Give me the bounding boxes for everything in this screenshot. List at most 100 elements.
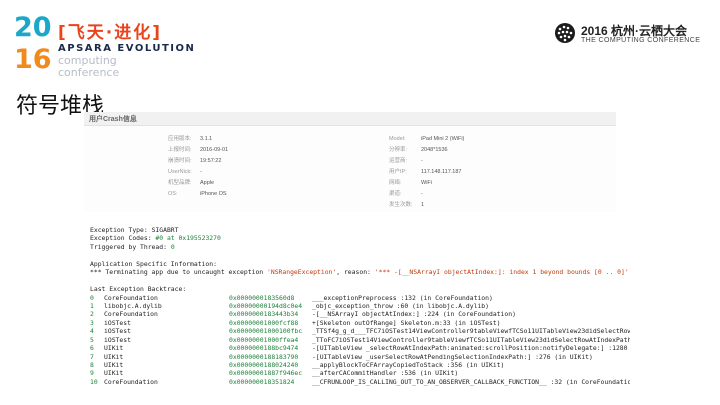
log-triggered-thread: Triggered by Thread: 0	[90, 242, 175, 251]
backtrace-row: 3 iOSTest 0x00000001000fcf88 +[Skeleton out…	[90, 319, 630, 327]
frame-symbol: _objc_exception_throw :60 (in libobjc.A.…	[312, 301, 489, 310]
frame-index: 6	[90, 344, 94, 353]
logo-apsara-text: APSARA EVOLUTION	[58, 43, 196, 54]
frame-symbol: _TTSf4g_g_d___TFC7iOSTest14ViewControlle…	[312, 327, 630, 336]
frame-index: 1	[90, 301, 94, 310]
info-value: 1	[421, 202, 425, 208]
logo-year-top: 20	[14, 12, 52, 43]
logo-year-bottom: 16	[14, 44, 52, 75]
frame-address: 0x00000001000100fbc	[229, 327, 303, 336]
backtrace-row: 4 iOSTest 0x00000001000100fbc _TTSf4g_g_d__…	[90, 327, 630, 335]
backtrace-row: 6 UIKit 0x0000000188bc9474 -[UITableView _s…	[90, 344, 630, 352]
info-row: 发生次数: 1	[389, 200, 464, 211]
info-value: 117.148.117.187	[421, 169, 462, 175]
backtrace-row: 7 UIKit 0x0000000188183790 -[UITableView _u…	[90, 353, 630, 361]
log-terminating-message: *** Terminating app due to uncaught exce…	[90, 268, 629, 277]
info-key: 运营商:	[389, 158, 408, 164]
frame-address: 0x0000000183560d8	[229, 293, 295, 302]
backtrace-row: 10 CoreFoundation 0x000000018351824 __CFRUN…	[90, 378, 630, 386]
backtrace-row: 0 CoreFoundation 0x0000000183560d8 ___excep…	[90, 294, 630, 302]
info-value: iPhone OS	[200, 191, 227, 197]
frame-index: 9	[90, 369, 94, 378]
frame-address: 0x0000000188bc9474	[229, 344, 299, 353]
frame-symbol: __afterCACommitHandler :536 (in UIKit)	[312, 369, 459, 378]
frame-address: 0x00000001000fcf88	[229, 318, 299, 327]
frame-index: 5	[90, 335, 94, 344]
info-row: 网络: WiFi	[389, 178, 464, 189]
info-row: UserNick: -	[168, 167, 228, 178]
frame-address: 0x00000001887f946ec	[229, 369, 303, 378]
info-row: 分辨率: 2048*1536	[389, 145, 464, 156]
info-key: 发生次数:	[389, 202, 413, 208]
info-value: iPad Mini 2 (WiFi)	[421, 136, 465, 142]
log-blank	[90, 277, 630, 285]
frame-address: 0x00000001000ffea4	[229, 335, 299, 344]
frame-symbol: -[__NSArrayI objectAtIndex:] :224 (in Co…	[312, 310, 516, 319]
frame-module: UIKit	[104, 344, 124, 353]
frame-index: 8	[90, 361, 94, 369]
info-row: 运营商: -	[389, 156, 464, 167]
log-exception-type: Exception Type: SIGABRT	[90, 226, 179, 234]
crash-info-card: 用户Crash信息 应用版本: 3.1.1 上报时间: 2016-09-01 崩溃时间:…	[84, 112, 616, 212]
crash-info-title: 用户Crash信息	[89, 116, 137, 123]
backtrace-list: 0 CoreFoundation 0x0000000183560d8 ___excep…	[90, 294, 630, 387]
frame-symbol: -[UITableView _userSelectRowAtPendingSel…	[312, 352, 593, 361]
frame-module: iOSTest	[104, 318, 131, 327]
logo-subtitle: computing conference	[58, 55, 119, 79]
info-row: 应用版本: 3.1.1	[168, 134, 228, 145]
exception-log: Exception Type: SIGABRT Exception Codes:…	[90, 226, 630, 402]
frame-module: UIKit	[104, 352, 124, 361]
info-key: Model:	[389, 136, 406, 142]
info-value: WiFi	[421, 180, 432, 186]
info-key: 用户IP:	[389, 169, 407, 175]
info-row: 机型品牌: Apple	[168, 178, 228, 189]
frame-address: 0x00000000194d8c0e4	[229, 301, 303, 310]
frame-module: UIKit	[104, 361, 124, 369]
conference-subtitle: THE COMPUTING CONFERENCE	[581, 37, 701, 44]
info-row: OS: iPhone OS	[168, 189, 228, 200]
info-key: 机型品牌:	[168, 180, 192, 186]
frame-module: CoreFoundation	[104, 377, 158, 386]
info-value: Apple	[200, 180, 215, 186]
info-value: 2016-09-01	[200, 147, 229, 153]
frame-index: 10	[90, 377, 98, 386]
log-blank	[90, 251, 630, 259]
frame-module: iOSTest	[104, 327, 131, 336]
info-row: 上报时间: 2016-09-01	[168, 145, 228, 156]
info-key: 网络:	[389, 180, 402, 186]
crash-info-header: 用户Crash信息	[84, 112, 616, 126]
info-value: 3.1.1	[200, 136, 213, 142]
frame-module: iOSTest	[104, 335, 131, 344]
frame-symbol: ___exceptionPreprocess :132 (in CoreFoun…	[312, 293, 493, 302]
logo-cn-title: [飞天·进化]	[58, 23, 162, 43]
info-row: 渠道: -	[389, 189, 464, 200]
conference-logo: 20 16 [飞天·进化] APSARA EVOLUTION computing…	[14, 10, 224, 79]
info-key: 上报时间:	[168, 147, 192, 153]
info-key: 崩溃时间:	[168, 158, 192, 164]
info-key: 应用版本:	[168, 136, 192, 142]
globe-icon	[555, 23, 575, 43]
info-row: Model: iPad Mini 2 (WiFi)	[389, 134, 464, 145]
info-key: OS:	[168, 191, 178, 197]
info-row: 用户IP: 117.148.117.187	[389, 167, 464, 178]
computing-conference-logo: 2016 杭州·云栖大会 THE COMPUTING CONFERENCE	[554, 20, 700, 50]
frame-address: 0x000000018351824	[229, 377, 295, 386]
info-value: 2048*1536	[421, 147, 448, 153]
info-value: 19:57:22	[200, 158, 222, 164]
frame-symbol: +[Skeleton outOfRange] Skeleton.m:33 (in…	[312, 318, 501, 327]
logo-year: 20 16	[14, 10, 56, 76]
info-value: -	[421, 158, 423, 164]
backtrace-row: 1 libobjc.A.dylib 0x00000000194d8c0e4 _objc…	[90, 302, 630, 310]
crash-info-left-column: 应用版本: 3.1.1 上报时间: 2016-09-01 崩溃时间: 19:57:22 Us…	[168, 134, 228, 200]
backtrace-row: 8 UIKit 0x0000000188024240 __applyBlockToCF…	[90, 361, 630, 369]
frame-module: libobjc.A.dylib	[104, 301, 162, 310]
frame-symbol: __CFRUNLOOP_IS_CALLING_OUT_TO_AN_OBSERVE…	[312, 377, 630, 386]
frame-symbol: __applyBlockToCFArrayCopiedToStack :356 …	[312, 361, 505, 369]
frame-module: CoreFoundation	[104, 310, 158, 319]
frame-address: 0x0000000188024240	[229, 361, 299, 369]
frame-index: 4	[90, 327, 94, 336]
log-exception-codes: Exception Codes: #0 at 0x195523270	[90, 234, 221, 243]
info-key: UserNick:	[168, 169, 192, 175]
frame-address: 0x0000000188183790	[229, 352, 299, 361]
log-app-info-header: Application Specific Information:	[90, 259, 217, 268]
